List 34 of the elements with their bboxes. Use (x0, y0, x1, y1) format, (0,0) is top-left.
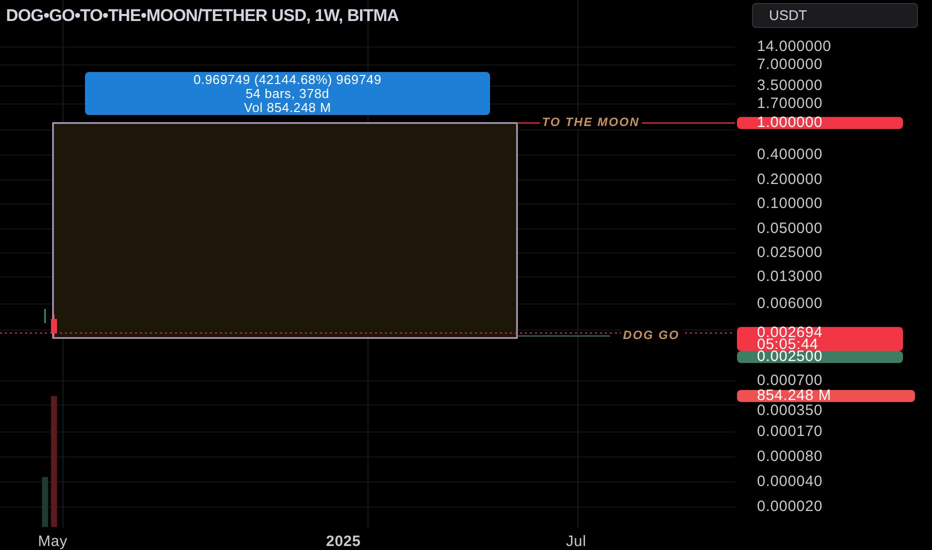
price-axis-label: 0.100000 (757, 196, 823, 212)
measure-text: Vol 854.248 M (244, 100, 332, 114)
price-tag-text: 854.248 M (757, 390, 832, 402)
price-axis-label: 3.500000 (757, 78, 823, 94)
line-label: TO THE MOON (540, 116, 642, 129)
measure-text: 0.969749 (42144.68%) 969749 (193, 72, 382, 86)
price-axis-label: 0.000080 (757, 449, 823, 465)
price-axis-label: 0.013000 (757, 269, 823, 285)
candle (51, 314, 57, 338)
price-tag-text: 1.000000 (757, 117, 824, 129)
time-axis-label: Jul (566, 532, 586, 550)
time-axis-label: 2025 (326, 532, 361, 550)
price-axis-label: 0.050000 (757, 221, 823, 237)
price-axis-label: 0.000350 (757, 403, 823, 419)
measure-text: 54 bars, 378d (246, 86, 330, 100)
price-axis-label: 0.006000 (757, 296, 823, 312)
price-tag-text: 0.002500 (757, 351, 824, 363)
price-axis-label: 7.000000 (757, 57, 823, 73)
price-axis-label: 0.400000 (757, 147, 823, 163)
price-tag-text: 0.002694 (757, 327, 824, 339)
time-axis-label: May (38, 532, 68, 550)
price-tag-text: 05:05:44 (757, 339, 818, 351)
price-axis-label: 0.000700 (757, 373, 823, 389)
price-axis-label: 0.000170 (757, 424, 823, 440)
price-axis-label: 1.700000 (757, 96, 823, 112)
line-label: DOG GO (621, 329, 682, 342)
price-axis-label: 0.025000 (757, 245, 823, 261)
price-axis-label: 0.200000 (757, 172, 823, 188)
chart-title: DOG•GO•TO•THE•MOON/TETHER USD, 1W, BITMA (6, 5, 399, 27)
volume-bar (42, 477, 48, 527)
price-axis-label: 14.000000 (757, 39, 832, 55)
price-axis-label: 0.000040 (757, 474, 823, 490)
currency-button[interactable]: USDT (752, 3, 918, 28)
price-axis-label: 0.000020 (757, 499, 823, 515)
